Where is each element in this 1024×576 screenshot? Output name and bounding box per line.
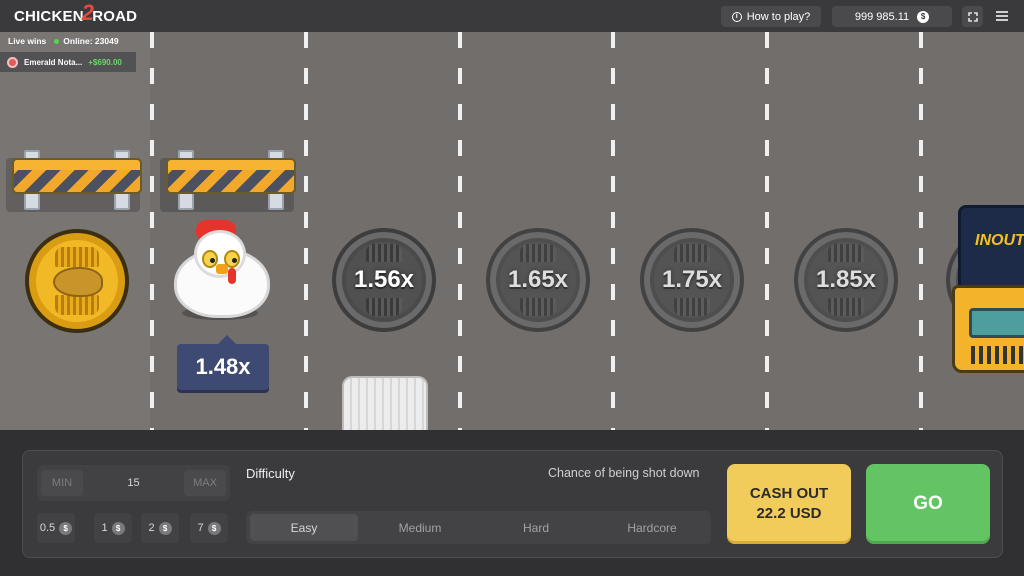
lane-manhole-4[interactable]: 1.85x	[794, 228, 898, 332]
vehicle-roof	[342, 376, 428, 432]
menu-button[interactable]	[992, 6, 1012, 26]
game-root: CHICKEN 2 ROAD i How to play? 999 985.11…	[0, 0, 1024, 576]
lane-divider	[458, 32, 462, 430]
difficulty-hard-tab[interactable]: Hard	[482, 514, 590, 541]
logo-text-left: CHICKEN	[14, 7, 84, 25]
lane-manhole-3[interactable]: 1.75x	[640, 228, 744, 332]
lane-manhole-2[interactable]: 1.65x	[486, 228, 590, 332]
quick-bet-value: 1	[101, 522, 108, 534]
fullscreen-icon	[967, 11, 978, 22]
roast-chicken-icon	[53, 267, 103, 297]
live-win-entry: Emerald Nota... +$690.00	[0, 52, 136, 72]
control-area: MIN MAX 0.5 $ 1 $ 2 $ 7 $ Difficulty Cha…	[0, 430, 1024, 576]
balance-value: 999 985.11	[854, 10, 910, 23]
online-dot-icon	[54, 38, 60, 44]
lane-divider	[150, 32, 154, 430]
coin-icon: $	[158, 521, 172, 535]
currency-icon: $	[917, 10, 930, 23]
fullscreen-button[interactable]	[962, 6, 983, 27]
info-icon: i	[731, 11, 742, 22]
max-bet-button[interactable]: MAX	[184, 470, 226, 496]
bet-amount-input[interactable]	[87, 470, 180, 496]
lane-divider	[611, 32, 615, 430]
lane-divider	[919, 32, 923, 430]
coin-icon: $	[111, 521, 125, 535]
chance-label: Chance of being shot down	[548, 466, 700, 480]
avatar	[7, 56, 18, 68]
coin-icon: $	[207, 521, 221, 535]
road	[0, 32, 1024, 430]
lane-divider	[304, 32, 308, 430]
how-to-play-button[interactable]: i How to play?	[721, 6, 821, 27]
logo-text-right: ROAD	[92, 7, 138, 25]
live-wins-label: Live wins	[8, 36, 47, 46]
difficulty-selector: Easy Medium Hard Hardcore	[246, 511, 711, 544]
coin-icon: $	[59, 521, 73, 535]
current-multiplier-badge: 1.48x	[177, 335, 269, 390]
winner-amount: +$690.00	[88, 57, 122, 67]
control-panel: MIN MAX 0.5 $ 1 $ 2 $ 7 $ Difficulty Cha…	[22, 450, 1003, 558]
difficulty-easy-tab[interactable]: Easy	[250, 514, 358, 541]
winner-name: Emerald Nota...	[24, 57, 83, 67]
truck: INOUT	[950, 205, 1024, 377]
quick-bet-value: 0.5	[39, 522, 56, 534]
difficulty-label: Difficulty	[246, 466, 295, 481]
road-barrier	[160, 150, 296, 216]
game-logo: CHICKEN 2 ROAD	[14, 0, 138, 26]
online-count: Online: 23049	[63, 36, 119, 46]
how-to-play-label: How to play?	[746, 10, 811, 23]
quick-bet-value: 2	[148, 522, 155, 534]
quick-bet-button[interactable]: 1 $	[94, 513, 132, 543]
lane-divider	[765, 32, 769, 430]
truck-brand: INOUT	[975, 232, 1024, 249]
quick-bet-button[interactable]: 0.5 $	[37, 513, 75, 543]
min-bet-button[interactable]: MIN	[41, 470, 83, 496]
start-manhole	[25, 229, 129, 333]
quick-bet-value: 7	[197, 522, 204, 534]
lane-manhole-1[interactable]: 1.56x	[332, 228, 436, 332]
lane-multiplier: 1.65x	[507, 266, 569, 293]
cash-out-button[interactable]: CASH OUT 22.2 USD	[727, 464, 851, 544]
menu-icon	[996, 11, 1008, 21]
top-bar: CHICKEN 2 ROAD i How to play? 999 985.11…	[0, 0, 1024, 32]
difficulty-hardcore-tab[interactable]: Hardcore	[598, 514, 706, 541]
difficulty-medium-tab[interactable]: Medium	[366, 514, 474, 541]
live-wins-panel: Live wins Online: 23049 Emerald Nota... …	[0, 32, 136, 76]
lane-multiplier: 1.85x	[815, 266, 877, 293]
cash-out-label: CASH OUT	[749, 485, 829, 502]
lane-multiplier: 1.56x	[353, 266, 415, 293]
lane-multiplier: 1.75x	[661, 266, 723, 293]
go-button[interactable]: GO	[866, 464, 990, 544]
quick-bet-button[interactable]: 7 $	[190, 513, 228, 543]
live-wins-header: Live wins Online: 23049	[8, 36, 119, 46]
chicken-player	[172, 220, 272, 324]
cash-out-amount: 22.2 USD	[756, 505, 822, 522]
balance-display: 999 985.11 $	[832, 6, 952, 27]
quick-bet-button[interactable]: 2 $	[141, 513, 179, 543]
road-barrier	[6, 150, 142, 216]
bet-amount-box: MIN MAX	[37, 465, 230, 501]
